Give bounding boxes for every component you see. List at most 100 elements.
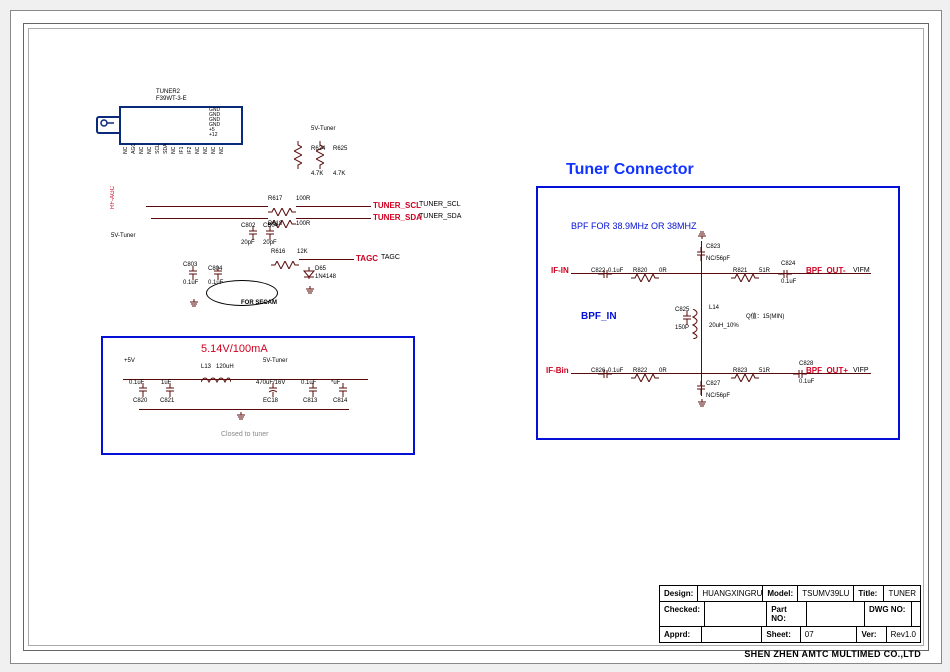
l14-val: 20uH_10% [709,323,739,329]
wire-sda-1 [151,218,268,219]
c828-symbol [793,370,807,378]
net-ifbin: IF-Bin [546,366,569,375]
partno-label: Part NO: [767,602,806,626]
r823-ref: R823 [733,368,747,374]
r820-ref: R820 [633,268,647,274]
r616-val: 12K [297,249,308,255]
r624-val: 4.7K [311,171,323,177]
c822-val: 0.1uF [608,268,623,274]
net-bpfoutm: BPF_OUT- [806,266,846,275]
net-vifp: VIFP [853,367,869,374]
net-tuner-sda-port: TUNER_SDA [373,213,422,222]
c825-symbol [683,311,691,325]
ver-value: Rev1.0 [887,627,920,642]
c825-val: 150P [675,325,689,331]
ec18-ref: EC18 [263,398,278,404]
design-label: Design: [660,586,698,601]
c803-symbol [189,266,197,280]
c828-val: 0.1uF [799,379,814,385]
r625-ref: R625 [333,146,347,152]
c827-ref: C827 [706,381,720,387]
power-gnd [236,409,246,419]
c820-val: 0.1uF [129,380,144,386]
c814-val: *uF [331,380,340,386]
c824-ref: C824 [781,261,795,267]
tc-gnd-top [697,232,707,242]
r625-symbol [321,141,329,169]
q-note: Q值：15(MIN) [746,311,784,320]
title-value: TUNER [884,586,920,601]
c820-ref: C820 [133,398,147,404]
net-bpfoutp: BPF_OUT+ [806,366,848,375]
c814-ref: C814 [333,398,347,404]
c821-ref: C821 [160,398,174,404]
c823-ref: C823 [706,244,720,250]
net-tagc-port: TAGC [356,254,378,263]
c824-val: 0.1uF [781,279,796,285]
bpf-note: BPF FOR 38.9MHz OR 38MHZ [571,221,697,231]
d65-val: 1N4148 [315,274,336,280]
plus5-label: +5V [124,358,135,364]
r822-val: 0R [659,368,667,374]
net-tuner-scl: TUNER_SCL [419,201,461,208]
r625-val: 4.7K [333,171,345,177]
net-vifm: VIFM [853,267,870,274]
net-tuner-scl-port: TUNER_SCL [373,201,421,210]
c823-val: NC/56pF [706,256,730,262]
c813-ref: C813 [303,398,317,404]
r617-ref: R617 [268,196,282,202]
net-5vtuner-1: 5V-Tuner [111,233,135,239]
cb04-val: 20pF [263,240,277,246]
l13-ref: L13 [201,364,211,370]
checked-value [705,602,767,626]
c821-val: 1uF [161,380,171,386]
tuner2-part: F39WT-3-E [156,96,187,102]
tuner-bottom-pins: NC AGC NC NC SCL SDA NC IF1 IF2 NC NC NC… [123,143,225,154]
tuner-ic [119,106,243,145]
wire-sda-2 [296,218,371,219]
title-block: Design: HUANGXINGRU Model: TSUMV39LU Tit… [659,585,921,643]
c827-val: NC/56pF [706,393,730,399]
r618-val: 100R [296,221,310,227]
net-rfagc: RF-AGC [110,186,116,209]
c824-symbol [778,270,792,278]
ver-label: Ver: [857,627,886,642]
title-label: Title: [854,586,884,601]
apprd-label: Apprd: [660,627,702,642]
r821-ref: R821 [733,268,747,274]
r624-symbol [299,141,307,169]
tuner-connector-title: Tuner Connector [566,161,694,179]
c826-ref: C826 [591,368,605,374]
model-label: Model: [763,586,798,601]
sheet-value: 07 [801,627,858,642]
c804-ref: C804 [208,266,222,272]
power-header: 5.14V/100mA [201,343,268,355]
tuner-right-pins: GND GND GND GND +5 +12 [209,108,220,138]
c822-ref: C822 [591,268,605,274]
c802-ref: C802 [241,223,255,229]
r820-val: 0R [659,268,667,274]
l13-symbol [201,371,231,381]
dwgno-value [912,602,920,626]
gnd-2 [305,283,315,293]
c803-val: 0.1uF [183,280,198,286]
company-name: SHEN ZHEN AMTC MULTIMED CO.,LTD [744,649,921,659]
c813-val: 0.1uF [301,380,316,386]
c803-ref: C803 [183,262,197,268]
r823-val: 51R [759,368,770,374]
gnd-1 [189,296,199,306]
l14-ref: L14 [709,305,719,311]
ec18-val: 470uF/16V [256,380,285,386]
5vtuner-label: 5V-Tuner [263,358,287,364]
r617-val: 100R [296,196,310,202]
partno-value [807,602,865,626]
c827-symbol [697,381,705,395]
c828-ref: C828 [799,361,813,367]
tuner2-ref: TUNER2 [156,89,180,95]
wire-tagc [299,259,354,260]
c802-val: 20pF [241,240,255,246]
secam-note: FOR SECAM [241,300,277,306]
c823-symbol [697,247,705,261]
c826-val: 0.1uF [608,368,623,374]
net-tuner-sda: TUNER_SDA [419,213,461,220]
